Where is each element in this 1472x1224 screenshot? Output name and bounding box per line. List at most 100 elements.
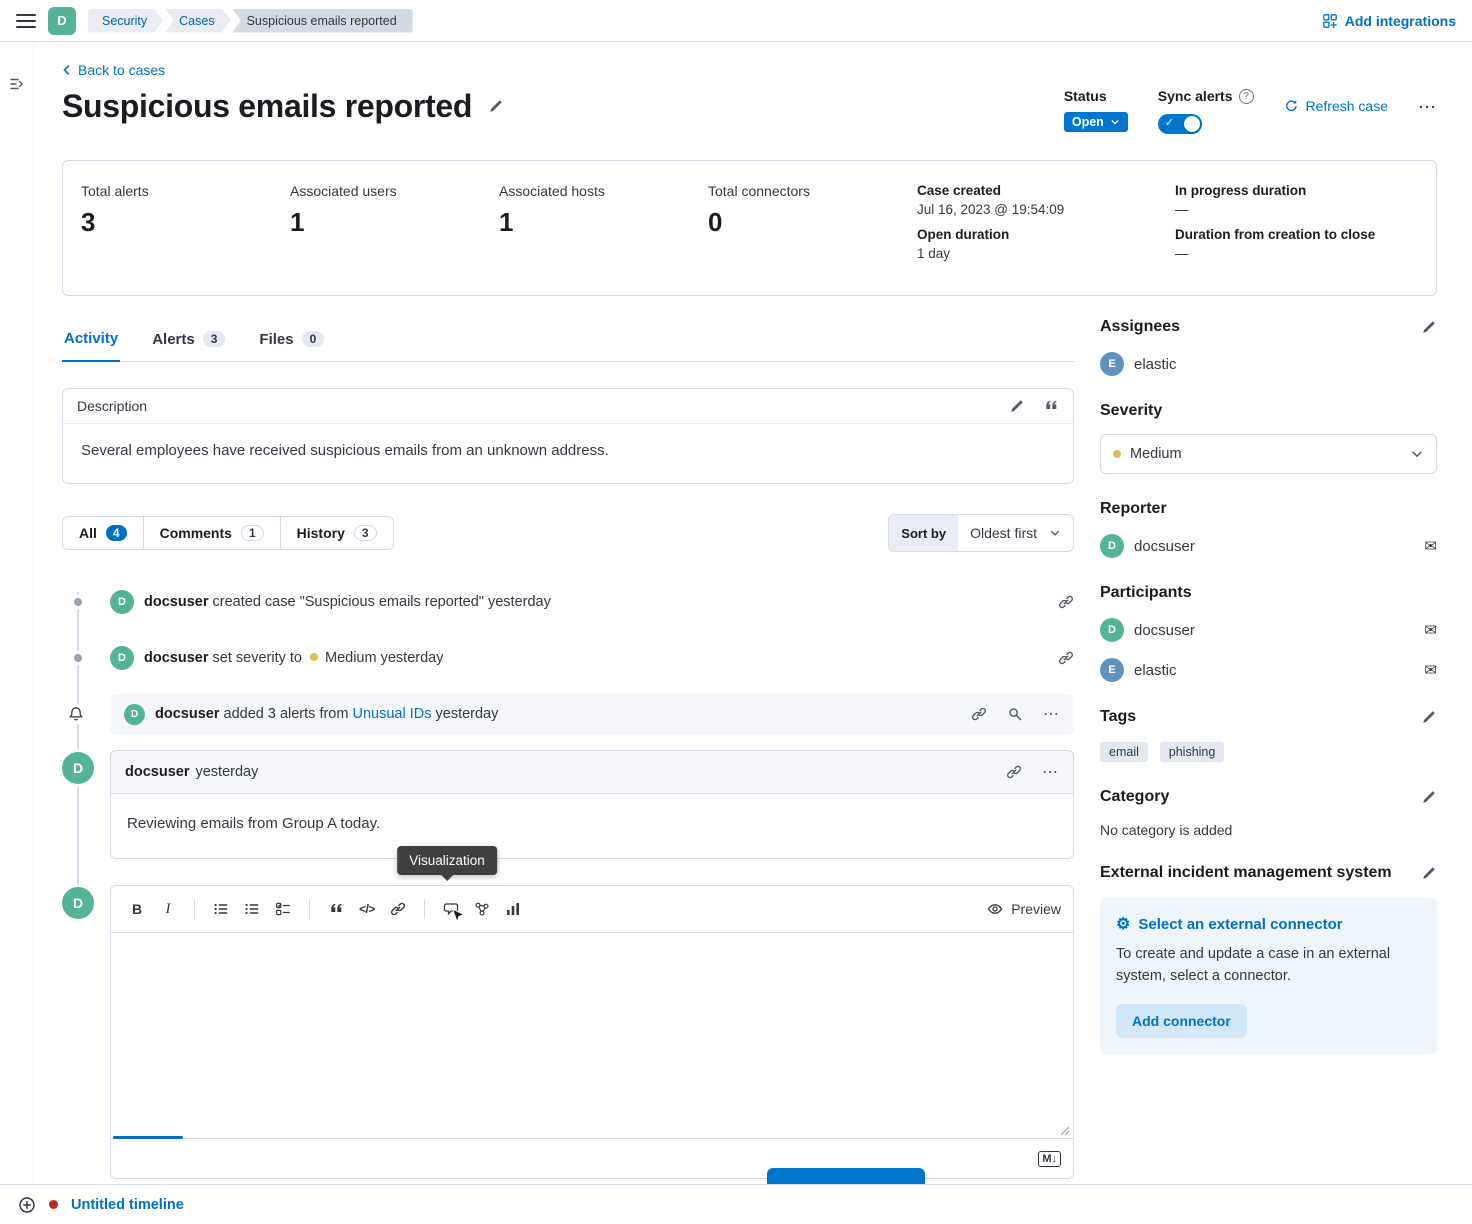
expand-nav-icon[interactable] xyxy=(9,76,25,1224)
link-icon[interactable] xyxy=(384,895,412,923)
assignees-section: Assignees E elastic xyxy=(1100,318,1437,376)
code-button[interactable]: </> xyxy=(353,895,381,923)
copy-link-icon[interactable] xyxy=(1058,594,1074,610)
description-body: Several employees have received suspicio… xyxy=(63,424,1073,483)
edit-description-icon[interactable] xyxy=(1009,398,1025,414)
severity-dot xyxy=(310,653,318,661)
blockquote-icon[interactable] xyxy=(322,895,350,923)
quote-description-icon[interactable] xyxy=(1043,398,1059,414)
help-icon[interactable]: ? xyxy=(1239,89,1254,104)
case-sidebar: Assignees E elastic Severity xyxy=(1100,296,1437,1179)
timeline-bottom-bar: Untitled timeline xyxy=(0,1184,1472,1224)
avatar: D xyxy=(110,646,134,670)
timeline-status-dot xyxy=(49,1200,58,1209)
filter-history[interactable]: History 3 xyxy=(280,517,393,549)
menu-icon[interactable] xyxy=(16,14,36,28)
assignee-name: elastic xyxy=(1134,356,1177,373)
plus-circle-icon[interactable] xyxy=(18,1196,36,1214)
severity-dot xyxy=(1113,450,1121,458)
participant-row: D docsuser ✉ xyxy=(1100,618,1437,642)
participant-row: E elastic ✉ xyxy=(1100,658,1437,682)
copy-link-icon[interactable] xyxy=(971,706,987,722)
lens-graph-icon[interactable] xyxy=(468,895,496,923)
event-time: yesterday xyxy=(488,594,551,610)
visualization-tooltip: Visualization xyxy=(397,846,497,875)
tab-files[interactable]: Files 0 xyxy=(257,318,326,361)
editor-resize-indicator xyxy=(113,1136,183,1139)
bold-button[interactable]: B xyxy=(123,895,151,923)
edit-assignees-icon[interactable] xyxy=(1421,319,1437,335)
italic-button[interactable]: I xyxy=(154,895,182,923)
back-to-cases-link[interactable]: Back to cases xyxy=(62,62,165,78)
preview-button[interactable]: Preview xyxy=(987,901,1061,917)
sync-alerts-toggle[interactable] xyxy=(1158,114,1202,134)
avatar: D xyxy=(62,887,94,919)
event-user: docsuser xyxy=(144,594,208,610)
ordered-list-icon[interactable] xyxy=(238,895,266,923)
space-avatar[interactable]: D xyxy=(48,7,76,35)
comments-count-badge: 1 xyxy=(241,525,264,541)
breadcrumb-security[interactable]: Security xyxy=(88,9,163,33)
edit-tags-icon[interactable] xyxy=(1421,709,1437,725)
comment-user: docsuser xyxy=(125,764,189,780)
sort-control[interactable]: Sort by Oldest first xyxy=(888,514,1074,552)
avatar: D xyxy=(110,590,134,614)
severity-value: Medium xyxy=(1130,446,1182,462)
copy-link-icon[interactable] xyxy=(1058,650,1074,666)
markdown-icon[interactable]: M↓ xyxy=(1038,1151,1061,1167)
description-panel: Description Several employees have recei… xyxy=(62,388,1074,484)
mail-icon[interactable]: ✉ xyxy=(1424,537,1437,555)
mail-icon[interactable]: ✉ xyxy=(1424,661,1437,679)
chevron-down-icon xyxy=(1110,117,1120,127)
resize-grip[interactable] xyxy=(1058,1124,1070,1136)
breadcrumb: Security Cases Suspicious emails reporte… xyxy=(88,9,413,33)
event-action: added 3 alerts from xyxy=(224,706,349,722)
refresh-case-button[interactable]: Refresh case xyxy=(1284,98,1388,114)
metric-associated-hosts: Associated hosts 1 xyxy=(499,183,708,271)
sync-alerts-control: Sync alerts ? xyxy=(1158,88,1254,134)
edit-title-icon[interactable] xyxy=(488,98,504,114)
status-badge[interactable]: Open xyxy=(1064,112,1128,132)
status-label: Status xyxy=(1064,88,1128,104)
severity-title: Severity xyxy=(1100,402,1162,420)
edit-connector-icon[interactable] xyxy=(1421,865,1437,881)
tag-badge[interactable]: email xyxy=(1100,742,1148,762)
alert-actions-menu-icon[interactable]: ⋯ xyxy=(1043,704,1060,724)
select-external-connector-link[interactable]: ⚙ Select an external connector xyxy=(1116,914,1421,934)
participant-name: elastic xyxy=(1134,662,1177,679)
external-title: External incident management system xyxy=(1100,864,1392,882)
reporter-row: D docsuser ✉ xyxy=(1100,534,1437,558)
case-duration-info: In progress duration — Duration from cre… xyxy=(1175,183,1418,271)
category-title: Category xyxy=(1100,788,1169,806)
case-actions-menu-icon[interactable]: ⋯ xyxy=(1418,98,1437,116)
mail-icon[interactable]: ✉ xyxy=(1424,621,1437,639)
chevron-down-icon xyxy=(1410,447,1424,461)
alert-rule-link[interactable]: Unusual IDs xyxy=(352,706,431,722)
alert-event-bar: D docsuser added 3 alerts from Unusual I… xyxy=(110,694,1074,735)
chevron-down-icon xyxy=(1049,527,1061,539)
filter-all[interactable]: All 4 xyxy=(63,517,143,549)
copy-link-icon[interactable] xyxy=(1006,764,1022,780)
tab-activity[interactable]: Activity xyxy=(62,318,120,362)
event-user: docsuser xyxy=(155,706,219,722)
participant-name: docsuser xyxy=(1134,622,1195,639)
new-comment-editor: D Visualization B I xyxy=(62,885,1074,1179)
add-integrations-link[interactable]: Add integrations xyxy=(1322,13,1456,29)
comment-time: yesterday xyxy=(195,764,258,780)
severity-select[interactable]: Medium xyxy=(1100,434,1437,474)
tag-badge[interactable]: phishing xyxy=(1160,742,1225,762)
visualization-icon[interactable] xyxy=(499,895,527,923)
checklist-icon[interactable] xyxy=(269,895,297,923)
description-title: Description xyxy=(77,398,147,414)
unordered-list-icon[interactable] xyxy=(207,895,235,923)
investigate-in-timeline-icon[interactable] xyxy=(1007,706,1023,722)
comment-textarea[interactable] xyxy=(111,933,1073,1138)
breadcrumb-cases[interactable]: Cases xyxy=(165,9,230,33)
add-connector-button[interactable]: Add connector xyxy=(1116,1004,1247,1038)
filter-comments[interactable]: Comments 1 xyxy=(143,517,280,549)
untitled-timeline-link[interactable]: Untitled timeline xyxy=(71,1197,184,1213)
tab-alerts[interactable]: Alerts 3 xyxy=(150,318,227,361)
edit-category-icon[interactable] xyxy=(1421,789,1437,805)
add-comment-button-partial[interactable] xyxy=(767,1168,925,1184)
comment-actions-menu-icon[interactable]: ⋯ xyxy=(1042,762,1059,782)
